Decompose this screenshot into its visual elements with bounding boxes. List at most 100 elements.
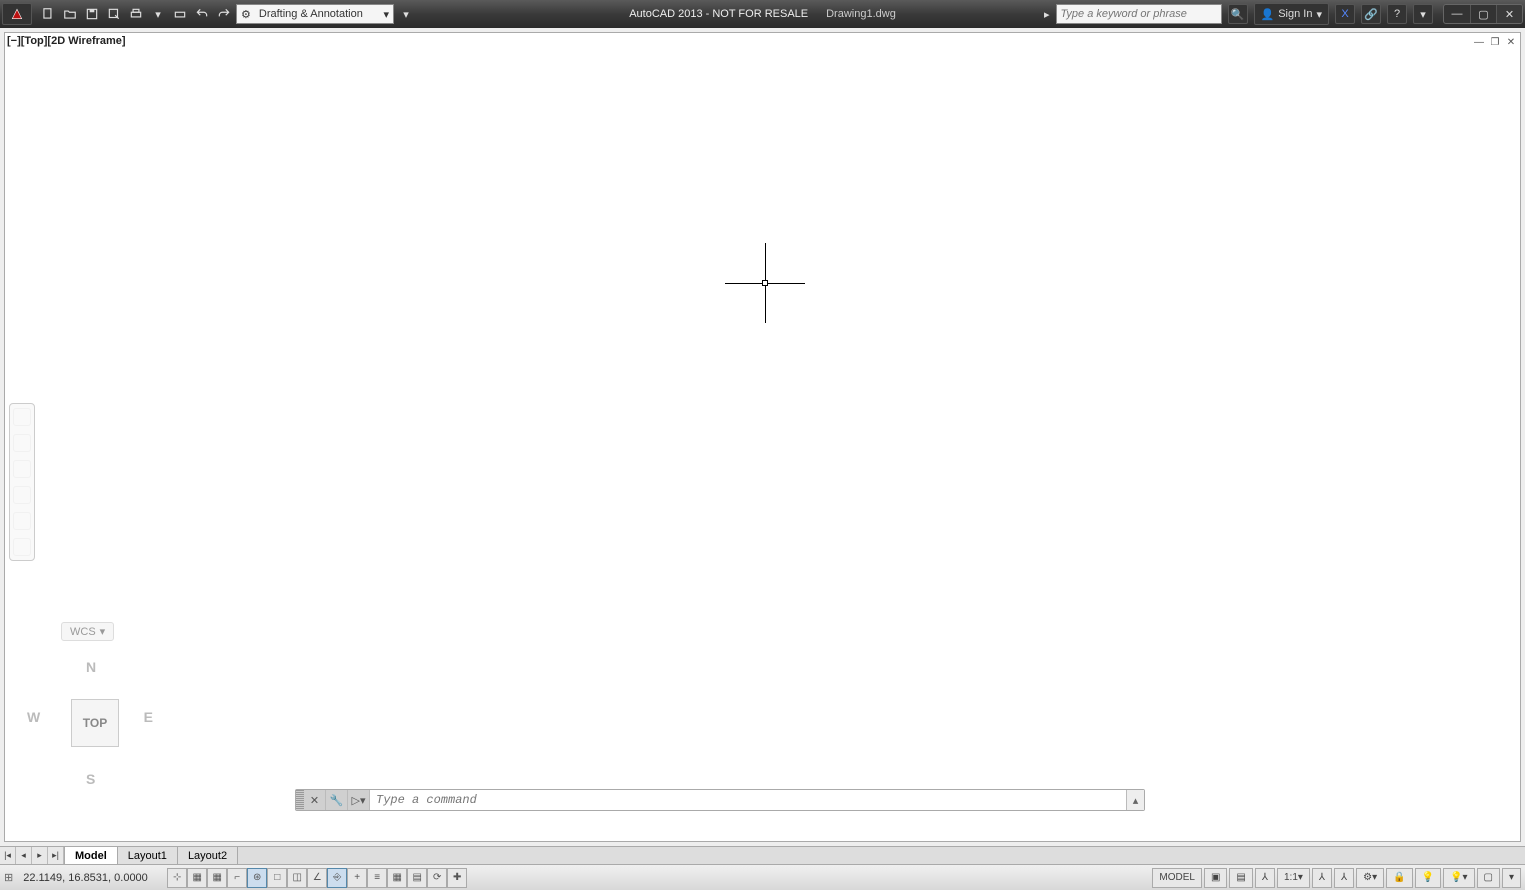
- plot-icon[interactable]: [126, 4, 146, 24]
- status-customize-icon[interactable]: ▾: [1502, 868, 1521, 888]
- cursor-crosshair-icon: [725, 243, 805, 323]
- quick-properties-icon[interactable]: ▤: [407, 868, 427, 888]
- maximize-button[interactable]: ▢: [1470, 5, 1496, 23]
- quick-view-layouts-icon[interactable]: ▣: [1204, 868, 1227, 888]
- autoscale-icon[interactable]: ⅄: [1334, 868, 1354, 888]
- viewcube-w[interactable]: W: [27, 709, 40, 725]
- layout-tabs: |◂ ◂ ▸ ▸| Model Layout1 Layout2: [0, 846, 1525, 864]
- undo-icon[interactable]: [192, 4, 212, 24]
- dynamic-ucs-icon[interactable]: ⎆: [327, 868, 347, 888]
- wcs-label: WCS: [70, 626, 96, 638]
- chevron-down-icon: ▾: [1316, 8, 1322, 21]
- tab-last-icon[interactable]: ▸|: [48, 847, 64, 864]
- cmdline-drag-handle[interactable]: [296, 790, 304, 810]
- annotation-scale-icon[interactable]: ⅄: [1255, 868, 1275, 888]
- annotation-visibility-icon[interactable]: ⅄: [1312, 868, 1332, 888]
- redo-icon[interactable]: [214, 4, 234, 24]
- annotation-scale-value[interactable]: 1:1▾: [1277, 868, 1310, 888]
- model-space-toggle[interactable]: MODEL: [1152, 868, 1202, 888]
- cmdline-close-icon[interactable]: ✕: [304, 790, 326, 810]
- qat-dropdown-icon[interactable]: ▾: [396, 4, 416, 24]
- object-snap-tracking-icon[interactable]: ∠: [307, 868, 327, 888]
- exchange-icon[interactable]: X: [1335, 4, 1355, 24]
- selection-cycling-icon[interactable]: ⟳: [427, 868, 447, 888]
- ortho-mode-icon[interactable]: ⌐: [227, 868, 247, 888]
- chevron-down-icon: ▾: [383, 8, 389, 21]
- tab-layout1[interactable]: Layout1: [118, 847, 178, 864]
- workspace-switching-icon[interactable]: ⚙▾: [1356, 868, 1384, 888]
- help-dropdown-icon[interactable]: ▾: [1413, 4, 1433, 24]
- quick-view-drawings-icon[interactable]: ▤: [1229, 868, 1252, 888]
- command-input[interactable]: [370, 790, 1126, 810]
- chevron-down-icon: ▾: [1298, 872, 1303, 883]
- app-title: AutoCAD 2013 - NOT FOR RESALE: [629, 8, 808, 20]
- chevron-down-icon: ▾: [100, 625, 106, 638]
- print-icon[interactable]: [170, 4, 190, 24]
- tab-model[interactable]: Model: [65, 847, 118, 864]
- nav-zoom-icon[interactable]: [13, 460, 31, 478]
- help-icon[interactable]: ?: [1387, 4, 1407, 24]
- isolate-objects-icon[interactable]: 💡▾: [1443, 868, 1474, 888]
- lineweight-icon[interactable]: ≡: [367, 868, 387, 888]
- snap-mode-icon[interactable]: ▦: [187, 868, 207, 888]
- workspace-dropdown[interactable]: ⚙ Drafting & Annotation ▾: [236, 4, 394, 24]
- open-icon[interactable]: [60, 4, 80, 24]
- navigation-bar[interactable]: [9, 403, 35, 561]
- workspace-label: Drafting & Annotation: [259, 8, 363, 20]
- save-icon[interactable]: [82, 4, 102, 24]
- signin-button[interactable]: 👤 Sign In ▾: [1254, 3, 1329, 25]
- doc-restore-button[interactable]: ❐: [1488, 35, 1502, 49]
- hardware-acceleration-icon[interactable]: 💡: [1415, 868, 1441, 888]
- tab-first-icon[interactable]: |◂: [0, 847, 16, 864]
- 3d-object-snap-icon[interactable]: ◫: [287, 868, 307, 888]
- status-expand-icon[interactable]: ⊞: [4, 871, 13, 884]
- nav-orbit-icon[interactable]: [13, 486, 31, 504]
- annotation-monitor-icon[interactable]: ✚: [447, 868, 467, 888]
- app-logo[interactable]: [2, 3, 32, 25]
- close-button[interactable]: ✕: [1496, 5, 1522, 23]
- tab-next-icon[interactable]: ▸: [32, 847, 48, 864]
- search-binoculars-icon[interactable]: 🔍: [1228, 4, 1248, 24]
- window-controls: — ▢ ✕: [1443, 4, 1523, 24]
- grid-display-icon[interactable]: ▦: [207, 868, 227, 888]
- viewcube-top-face[interactable]: TOP: [71, 699, 119, 747]
- transparency-icon[interactable]: ▦: [387, 868, 407, 888]
- minimize-button[interactable]: —: [1444, 5, 1470, 23]
- polar-tracking-icon[interactable]: ⊛: [247, 868, 267, 888]
- dynamic-input-icon[interactable]: +: [347, 868, 367, 888]
- nav-showmotion-icon[interactable]: [13, 512, 31, 530]
- view-cube[interactable]: N S W E TOP: [21, 649, 161, 789]
- a360-icon[interactable]: 🔗: [1361, 4, 1381, 24]
- cmdline-prompt-icon[interactable]: ▷▾: [348, 790, 370, 810]
- command-line[interactable]: ✕ 🔧 ▷▾ ▴: [295, 789, 1145, 811]
- infer-constraints-icon[interactable]: ⊹: [167, 868, 187, 888]
- search-arrow-icon[interactable]: ▸: [1044, 8, 1050, 21]
- saveas-icon[interactable]: [104, 4, 124, 24]
- doc-minimize-button[interactable]: —: [1472, 35, 1486, 49]
- nav-pan-icon[interactable]: [13, 434, 31, 452]
- search-input[interactable]: [1056, 4, 1222, 24]
- cmdline-customize-icon[interactable]: 🔧: [326, 790, 348, 810]
- tab-prev-icon[interactable]: ◂: [16, 847, 32, 864]
- viewcube-s[interactable]: S: [86, 771, 95, 787]
- nav-fullnav-icon[interactable]: [13, 408, 31, 426]
- toolbar-lock-icon[interactable]: 🔒: [1386, 868, 1412, 888]
- viewcube-n[interactable]: N: [86, 659, 96, 675]
- object-snap-icon[interactable]: □: [267, 868, 287, 888]
- gear-icon: ⚙: [241, 8, 251, 21]
- user-icon: 👤: [1261, 8, 1275, 21]
- status-bar: ⊞ 22.1149, 16.8531, 0.0000 ⊹ ▦ ▦ ⌐ ⊛ □ ◫…: [0, 864, 1525, 890]
- clean-screen-icon[interactable]: ▢: [1477, 868, 1500, 888]
- nav-more-icon[interactable]: [13, 538, 31, 556]
- viewport-label[interactable]: [−][Top][2D Wireframe]: [7, 35, 126, 47]
- document-window[interactable]: [−][Top][2D Wireframe] — ❐ ✕ WCS ▾ N S: [4, 32, 1521, 842]
- plot-dropdown-icon[interactable]: ▾: [148, 4, 168, 24]
- coordinates-display[interactable]: 22.1149, 16.8531, 0.0000: [15, 872, 165, 884]
- doc-close-button[interactable]: ✕: [1504, 35, 1518, 49]
- new-icon[interactable]: [38, 4, 58, 24]
- viewcube-e[interactable]: E: [144, 709, 153, 725]
- wcs-badge[interactable]: WCS ▾: [61, 622, 114, 641]
- quick-access-toolbar: ▾ ⚙ Drafting & Annotation ▾ ▾: [34, 4, 420, 24]
- tab-layout2[interactable]: Layout2: [178, 847, 238, 864]
- cmdline-history-icon[interactable]: ▴: [1126, 790, 1144, 810]
